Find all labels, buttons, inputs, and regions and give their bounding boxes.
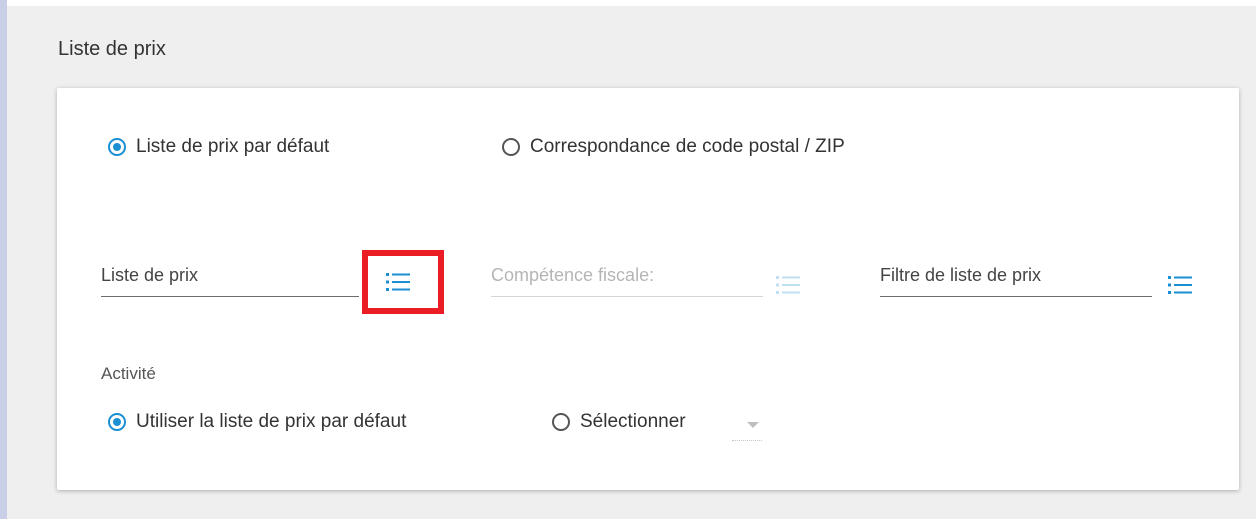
price-list-field[interactable]: Liste de prix	[101, 265, 359, 297]
radio-option-postal-code-mapping[interactable]: Correspondance de code postal / ZIP	[502, 136, 845, 158]
price-list-field-underline	[101, 296, 359, 297]
radio-default-price-list[interactable]	[108, 138, 126, 156]
tax-jurisdiction-field-label: Compétence fiscale:	[491, 265, 655, 285]
radio-option-use-default-price-list[interactable]: Utiliser la liste de prix par défaut	[108, 411, 406, 433]
price-list-filter-field-label: Filtre de liste de prix	[880, 265, 1042, 285]
price-list-filter-field[interactable]: Filtre de liste de prix	[880, 265, 1152, 297]
radio-use-default-price-list[interactable]	[108, 413, 126, 431]
section-title: Liste de prix	[58, 38, 166, 60]
radio-select[interactable]	[552, 413, 570, 431]
radio-option-select[interactable]: Sélectionner	[552, 411, 686, 433]
list-icon	[386, 273, 410, 291]
radio-label-select: Sélectionner	[580, 411, 686, 432]
tax-jurisdiction-lookup-button	[776, 275, 800, 295]
list-icon	[776, 276, 800, 294]
section-accent-bar	[0, 0, 7, 519]
activity-select-dropdown[interactable]	[732, 406, 766, 446]
radio-label-postal-code-mapping: Correspondance de code postal / ZIP	[530, 136, 845, 157]
activity-select-underline	[732, 440, 762, 441]
price-list-filter-field-underline	[880, 296, 1152, 297]
section-top-strip	[7, 0, 1256, 6]
price-list-filter-lookup-button[interactable]	[1168, 275, 1192, 295]
price-list-lookup-button[interactable]	[386, 272, 410, 292]
radio-label-use-default-price-list: Utiliser la liste de prix par défaut	[136, 411, 407, 432]
list-icon	[1168, 276, 1192, 294]
radio-postal-code-mapping[interactable]	[502, 138, 520, 156]
price-list-field-label: Liste de prix	[101, 265, 199, 285]
activity-label: Activité	[101, 364, 156, 383]
radio-label-default-price-list: Liste de prix par défaut	[136, 136, 330, 157]
radio-option-default-price-list[interactable]: Liste de prix par défaut	[108, 136, 329, 158]
tax-jurisdiction-field: Compétence fiscale:	[491, 265, 763, 297]
chevron-down-icon	[747, 422, 759, 428]
price-list-section: Liste de prix Liste de prix par défaut C…	[0, 0, 1256, 519]
tax-jurisdiction-field-underline	[491, 296, 763, 297]
